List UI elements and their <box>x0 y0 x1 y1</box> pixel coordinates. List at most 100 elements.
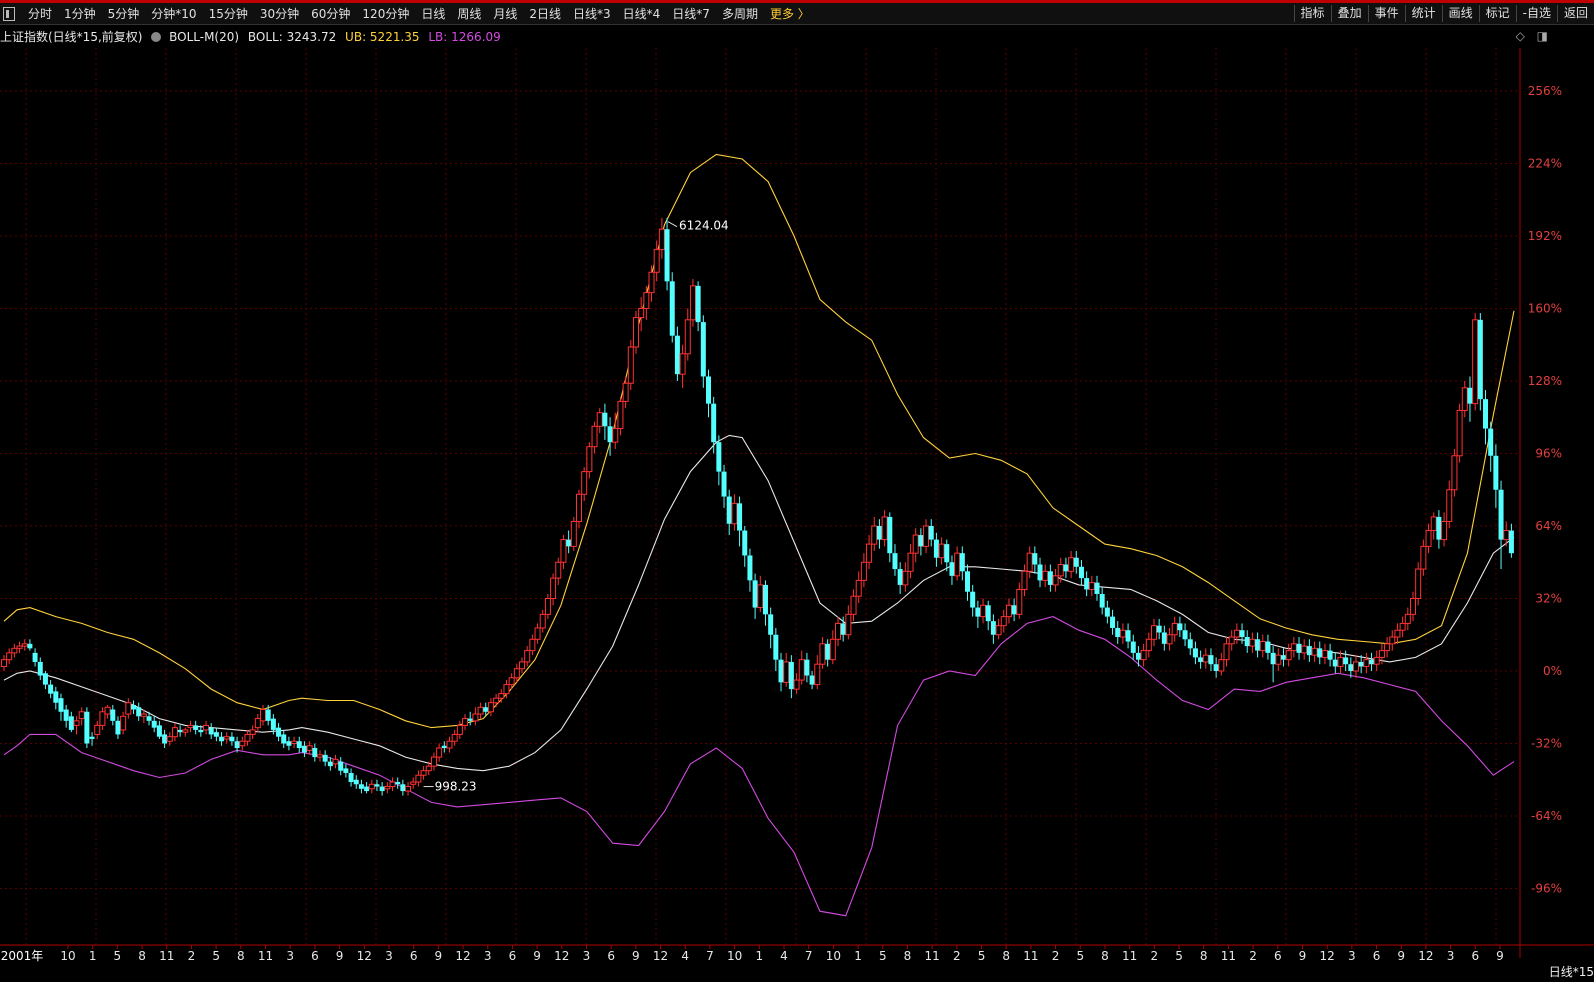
tab-1min[interactable]: 1分钟 <box>58 6 102 23</box>
candle-body <box>234 741 240 749</box>
candle-body <box>1327 650 1333 660</box>
candle-body <box>1078 566 1084 579</box>
index-name[interactable]: 上证指数(日线*15,前复权) <box>0 30 142 44</box>
candle-body <box>829 638 836 661</box>
low-annotation: 998.23 <box>435 780 477 794</box>
candle-body <box>819 643 826 665</box>
candle-body <box>1032 553 1038 565</box>
maximize-icon[interactable]: ◨ <box>1537 29 1548 43</box>
candle-body <box>1296 643 1302 653</box>
indicator-name[interactable]: BOLL-M(20) <box>169 30 239 44</box>
candle-body <box>420 770 427 776</box>
layout-toggle-icon[interactable] <box>3 7 15 21</box>
draw-line-button[interactable]: 画线 <box>1441 5 1479 22</box>
candle-body <box>762 584 768 615</box>
candle-body <box>1000 616 1007 627</box>
candle-body <box>1441 520 1448 541</box>
tab-4day[interactable]: 日线*4 <box>617 6 667 23</box>
candle-body <box>560 539 567 563</box>
candle-body <box>747 555 753 581</box>
candle-body <box>866 543 873 563</box>
x-tick-label: 6 <box>509 949 517 963</box>
back-button[interactable]: 返回 <box>1556 5 1594 22</box>
overlay-button[interactable]: 叠加 <box>1330 5 1368 22</box>
x-tick-label: 5 <box>1175 949 1183 963</box>
candle-body <box>793 679 800 690</box>
candle-body <box>669 281 675 336</box>
candle-body <box>617 400 624 430</box>
tab-multi-period[interactable]: 多周期 <box>716 6 764 23</box>
candle-body <box>1198 657 1204 662</box>
mark-button[interactable]: 标记 <box>1478 5 1516 22</box>
candle-body <box>1508 530 1514 554</box>
x-tick-label: 5 <box>1076 949 1084 963</box>
x-tick-label: 1 <box>755 949 763 963</box>
event-button[interactable]: 事件 <box>1367 5 1405 22</box>
candle-body <box>177 729 183 733</box>
candle-body <box>193 725 199 730</box>
candle-body <box>104 706 111 715</box>
tab-weekly[interactable]: 周线 <box>451 6 487 23</box>
candle-body <box>902 570 909 586</box>
statistics-button[interactable]: 统计 <box>1404 5 1442 22</box>
candle-body <box>1415 568 1422 599</box>
candle-body <box>959 553 965 572</box>
x-tick-label: 8 <box>237 949 245 963</box>
candle-body <box>928 526 934 540</box>
x-tick-label: 6 <box>1274 949 1282 963</box>
ub-value: UB: 5221.35 <box>345 30 420 44</box>
candle-body <box>21 643 28 647</box>
diamond-icon[interactable]: ◇ <box>1516 29 1525 43</box>
candle-body <box>451 733 458 742</box>
x-tick-label: 8 <box>1002 949 1010 963</box>
indicator-settings-icon[interactable] <box>151 32 162 42</box>
candle-body <box>804 659 810 676</box>
tab-daily[interactable]: 日线 <box>415 6 451 23</box>
candle-body <box>1255 639 1261 651</box>
tab-monthly[interactable]: 月线 <box>487 6 523 23</box>
x-tick-label: 3 <box>1348 949 1356 963</box>
tab-5min[interactable]: 5分钟 <box>102 6 146 23</box>
tab-fenshi[interactable]: 分时 <box>22 6 58 23</box>
candle-body <box>1110 616 1116 628</box>
candle-body <box>1016 588 1023 615</box>
x-tick-label: 8 <box>138 949 146 963</box>
candle-body <box>752 580 758 608</box>
candle-body <box>229 736 235 742</box>
tab-7day[interactable]: 日线*7 <box>666 6 716 23</box>
candle-body <box>1208 655 1214 665</box>
remove-watchlist-button[interactable]: -自选 <box>1515 5 1557 22</box>
candle-body <box>1461 387 1468 411</box>
candle-body <box>1119 629 1126 638</box>
candle-body <box>711 403 717 443</box>
candle-body <box>239 740 246 747</box>
candle-body <box>368 783 375 790</box>
candle-body <box>11 647 18 654</box>
candle-body <box>120 715 127 731</box>
candle-body <box>343 768 349 773</box>
boll-lower-band <box>3 616 1515 917</box>
candlestick-chart[interactable]: 256% 224% 192% 160% 128% 96% 64% 32% 0% -32% -64% -… <box>0 0 1594 982</box>
candle-body <box>94 724 101 735</box>
tab-30min[interactable]: 30分钟 <box>254 6 305 23</box>
candle-body <box>1005 604 1012 618</box>
candle-body <box>171 727 178 738</box>
candle-body <box>358 784 364 789</box>
more-periods-button[interactable]: 更多 〉 <box>764 6 816 23</box>
candle-body <box>834 622 841 640</box>
tab-15min[interactable]: 15分钟 <box>203 6 254 23</box>
tab-60min[interactable]: 60分钟 <box>305 6 356 23</box>
tab-3day[interactable]: 日线*3 <box>567 6 617 23</box>
candle-body <box>213 732 219 737</box>
tab-2day[interactable]: 2日线 <box>523 6 567 23</box>
candle-body <box>1446 489 1453 522</box>
x-tick-label: 1 <box>854 949 862 963</box>
candle-body <box>260 709 267 722</box>
tab-120min[interactable]: 120分钟 <box>356 6 415 23</box>
candle-body <box>524 650 531 663</box>
candle-body <box>89 736 95 739</box>
tab-10min[interactable]: 分钟*10 <box>145 6 202 23</box>
candle-body <box>855 579 862 597</box>
candle-body <box>933 539 939 558</box>
indicator-button[interactable]: 指标 <box>1293 5 1331 22</box>
